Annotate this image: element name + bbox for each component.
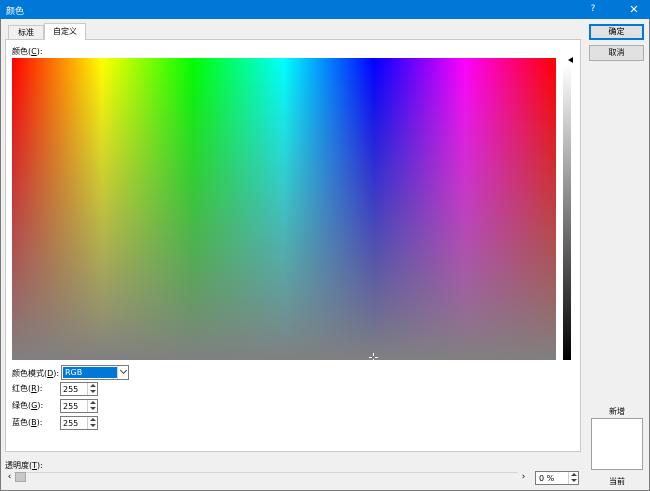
cancel-button[interactable]: 取消	[589, 45, 644, 61]
colors-label: 颜色(C):	[12, 47, 43, 56]
green-input[interactable]: 255	[60, 399, 98, 413]
spin-up-icon[interactable]	[90, 418, 96, 421]
window-title: 颜色	[6, 7, 25, 17]
blue-input[interactable]: 255	[60, 416, 98, 430]
current-color-label: 当前	[609, 477, 625, 486]
tab-standard[interactable]: 标准	[8, 25, 44, 39]
red-input[interactable]: 255	[60, 382, 98, 396]
transparency-input[interactable]: 0 %	[535, 471, 579, 485]
red-spinner[interactable]	[87, 383, 97, 395]
spin-up-icon[interactable]	[90, 401, 96, 404]
green-spinner[interactable]	[87, 400, 97, 412]
color-mode-dropdown-button[interactable]	[117, 366, 128, 379]
help-button[interactable]: ?	[586, 3, 600, 16]
ok-button[interactable]: 确定	[589, 24, 644, 40]
transparency-spinner[interactable]	[568, 472, 578, 484]
red-label: 红色(R):	[12, 384, 43, 393]
spin-down-icon[interactable]	[90, 424, 96, 427]
chevron-right-icon[interactable]: ›	[519, 471, 528, 483]
luminance-slider-arrow-icon[interactable]	[568, 57, 573, 63]
spin-up-icon[interactable]	[90, 384, 96, 387]
crosshair-cursor-icon	[369, 353, 379, 363]
luminance-slider[interactable]	[563, 64, 571, 360]
new-color-label: 新增	[609, 407, 625, 416]
color-spectrum-picker[interactable]	[12, 58, 556, 360]
color-mode-value: RGB	[63, 367, 118, 378]
spin-up-icon[interactable]	[571, 473, 577, 476]
spin-down-icon[interactable]	[90, 390, 96, 393]
spin-down-icon[interactable]	[90, 407, 96, 410]
color-mode-label: 颜色模式(D):	[12, 369, 60, 378]
green-label: 绿色(G):	[12, 401, 44, 410]
color-mode-select[interactable]: RGB	[61, 365, 129, 380]
blue-label: 蓝色(B):	[12, 418, 43, 427]
title-bar: 颜色 ? ✕	[0, 0, 650, 19]
transparency-label: 透明度(T):	[5, 461, 43, 470]
color-preview-swatch	[591, 418, 643, 470]
chevron-left-icon[interactable]: ‹	[5, 471, 14, 483]
spin-down-icon[interactable]	[571, 479, 577, 482]
transparency-slider-track[interactable]	[14, 472, 518, 482]
chevron-down-icon	[119, 366, 128, 375]
close-button[interactable]: ✕	[626, 2, 642, 17]
tab-custom[interactable]: 自定义	[44, 23, 86, 40]
transparency-slider-thumb[interactable]	[15, 472, 26, 482]
blue-spinner[interactable]	[87, 417, 97, 429]
